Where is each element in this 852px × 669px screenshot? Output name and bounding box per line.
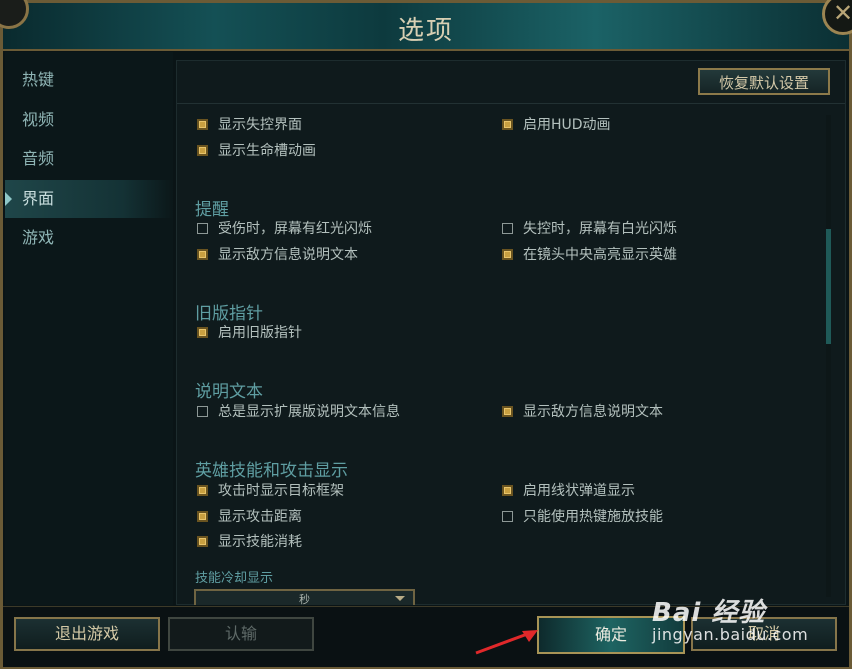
option-hotkey-only-cast[interactable]: 只能使用热键施放技能 — [502, 507, 663, 527]
annotation-arrow-icon — [475, 630, 538, 655]
option-label: 显示生命槽动画 — [218, 143, 316, 159]
checkbox-unchecked-icon[interactable] — [502, 223, 513, 234]
exit-game-button[interactable]: 退出游戏 — [14, 617, 160, 651]
cooldown-display-label: 技能冷却显示 — [195, 571, 274, 586]
section-title-abilities: 英雄技能和攻击显示 — [195, 461, 348, 481]
option-label: 启用HUD动画 — [523, 117, 611, 133]
checkbox-checked-icon[interactable] — [197, 327, 208, 338]
option-linear-missile-display[interactable]: 启用线状弹道显示 — [502, 481, 635, 501]
option-enable-legacy-cursor[interactable]: 启用旧版指针 — [197, 323, 302, 343]
option-enemy-info-text[interactable]: 显示敌方信息说明文本 — [197, 245, 358, 265]
chevron-down-icon — [395, 596, 405, 601]
title-bar: 选项 ✕ — [0, 0, 852, 51]
checkbox-checked-icon[interactable] — [502, 119, 513, 130]
reset-defaults-button[interactable]: 恢复默认设置 — [698, 68, 830, 95]
option-always-show-extended[interactable]: 总是显示扩展版说明文本信息 — [197, 402, 400, 422]
option-show-health-bar-animation[interactable]: 显示生命槽动画 — [197, 141, 316, 161]
option-label: 在镜头中央高亮显示英雄 — [523, 247, 677, 263]
checkbox-unchecked-icon[interactable] — [502, 511, 513, 522]
option-show-ability-cost[interactable]: 显示技能消耗 — [197, 532, 302, 552]
option-label: 显示敌方信息说明文本 — [218, 247, 358, 263]
watermark-brand: Bai 经验 — [652, 598, 766, 628]
checkbox-checked-icon[interactable] — [197, 249, 208, 260]
watermark-site: jingyan.baidu.com — [652, 625, 809, 644]
watermark: Bai 经验 jingyan.baidu.com — [652, 592, 808, 644]
active-arrow-icon — [5, 192, 12, 206]
option-label: 显示敌方信息说明文本 — [523, 404, 663, 420]
section-title-reminders: 提醒 — [195, 200, 229, 220]
checkbox-checked-icon[interactable] — [197, 536, 208, 547]
sidebar-item-audio[interactable]: 音频 — [5, 140, 173, 178]
option-label: 显示失控界面 — [218, 117, 302, 133]
checkbox-unchecked-icon[interactable] — [197, 223, 208, 234]
option-highlight-hero-center[interactable]: 在镜头中央高亮显示英雄 — [502, 245, 677, 265]
checkbox-checked-icon[interactable] — [502, 249, 513, 260]
option-target-frame-on-attack[interactable]: 攻击时显示目标框架 — [197, 481, 344, 501]
scrollbar-thumb[interactable] — [826, 229, 831, 344]
checkbox-checked-icon[interactable] — [197, 145, 208, 156]
sidebar-item-hotkeys[interactable]: 热键 — [5, 61, 173, 99]
sidebar-item-label: 游戏 — [22, 228, 55, 247]
sidebar-item-label: 界面 — [22, 189, 55, 208]
sidebar-item-label: 视频 — [22, 110, 55, 129]
option-show-lose-control-ui[interactable]: 显示失控界面 — [197, 115, 302, 135]
section-title-tooltips: 说明文本 — [195, 382, 263, 402]
sidebar-item-interface[interactable]: 界面 — [5, 180, 173, 218]
checkbox-checked-icon[interactable] — [197, 485, 208, 496]
option-label: 总是显示扩展版说明文本信息 — [218, 404, 400, 420]
cooldown-display-dropdown[interactable]: 秒 — [194, 589, 415, 605]
option-label: 失控时，屏幕有白光闪烁 — [523, 221, 677, 237]
option-label: 受伤时，屏幕有红光闪烁 — [218, 221, 372, 237]
window-title: 选项 — [397, 16, 454, 46]
checkbox-checked-icon[interactable] — [197, 119, 208, 130]
option-label: 攻击时显示目标框架 — [218, 483, 344, 499]
option-enable-hud-animation[interactable]: 启用HUD动画 — [502, 115, 611, 135]
checkbox-checked-icon[interactable] — [502, 406, 513, 417]
option-show-enemy-info-text[interactable]: 显示敌方信息说明文本 — [502, 402, 663, 422]
sidebar-item-video[interactable]: 视频 — [5, 101, 173, 139]
option-label: 显示技能消耗 — [218, 534, 302, 550]
option-label: 显示攻击距离 — [218, 509, 302, 525]
option-damage-red-flash[interactable]: 受伤时，屏幕有红光闪烁 — [197, 219, 372, 239]
checkbox-unchecked-icon[interactable] — [197, 406, 208, 417]
option-show-attack-range[interactable]: 显示攻击距离 — [197, 507, 302, 527]
checkbox-checked-icon[interactable] — [197, 511, 208, 522]
surrender-button[interactable]: 认输 — [168, 617, 314, 651]
option-lose-control-white-flash[interactable]: 失控时，屏幕有白光闪烁 — [502, 219, 677, 239]
sidebar-item-label: 热键 — [22, 70, 55, 89]
panel-toolbar: 恢复默认设置 — [177, 61, 845, 104]
checkbox-checked-icon[interactable] — [502, 485, 513, 496]
scrollbar-track[interactable] — [826, 115, 831, 597]
sidebar-item-game[interactable]: 游戏 — [5, 219, 173, 257]
option-label: 只能使用热键施放技能 — [523, 509, 663, 525]
section-title-legacy-cursor: 旧版指针 — [195, 304, 263, 324]
option-label: 启用旧版指针 — [218, 325, 302, 341]
settings-panel: 恢复默认设置 显示失控界面 启用HUD动画 显示生命槽动画 提醒 受伤时，屏幕有… — [176, 60, 846, 605]
sidebar-item-label: 音频 — [22, 149, 55, 168]
dropdown-value: 秒 — [299, 593, 310, 605]
option-label: 启用线状弹道显示 — [523, 483, 635, 499]
sidebar: 热键 视频 音频 界面 游戏 — [5, 52, 173, 605]
